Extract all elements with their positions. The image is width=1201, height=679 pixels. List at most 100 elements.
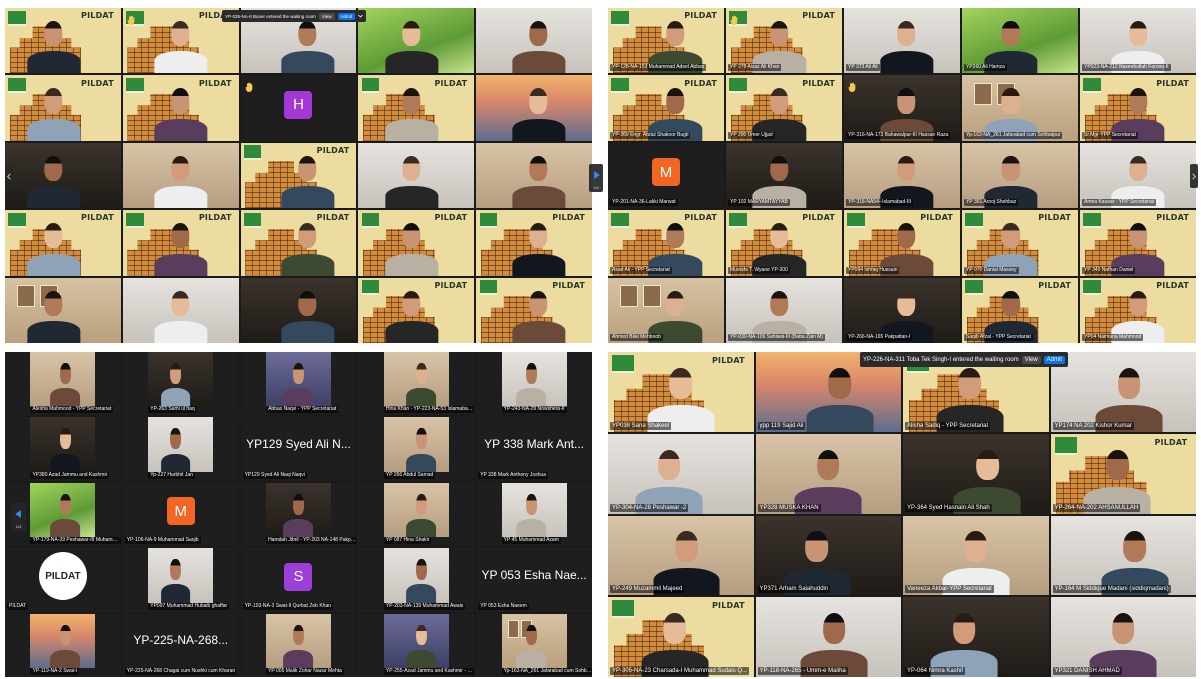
participant-tile[interactable]: YP129 Syed Ali N... YP129 Syed Ali Naqi N…	[240, 417, 357, 481]
participant-tile[interactable]: PILDAT	[122, 210, 239, 276]
participant-name-label: YP-225-NA-268 Chagai cum Nushki cum Khar…	[124, 668, 238, 675]
participant-tile[interactable]: PILDAT PILDAT	[5, 548, 121, 612]
participant-tile[interactable]: PILDAT	[5, 8, 121, 74]
admit-button[interactable]: Admit	[337, 12, 356, 20]
participant-tile[interactable]: PILDAT YP-369 Engr. Abdul Shakoor Bugti	[608, 75, 724, 141]
participant-tile[interactable]: PILDAT Saqib Afzal - YPP Secretariat	[962, 277, 1078, 343]
participant-tile[interactable]: S YP-103-NA-3 Swat-II Qurbat Zeb Khan	[240, 548, 357, 612]
participant-tile[interactable]: PILDAT Sr.Mgr-YPP Secretariat	[1080, 75, 1196, 141]
participant-tile[interactable]	[122, 277, 239, 343]
gallery-next-page-button[interactable]	[1190, 164, 1198, 188]
participant-tile[interactable]: PILDAT YP 278 Aizaz Ali Khan	[726, 8, 842, 74]
participant-tile[interactable]: YP-203-NA-139 Muhammad Awais	[358, 548, 475, 612]
participant-tile[interactable]: YP174 NA 202 Kishor Kumar	[1050, 352, 1196, 432]
participant-tile[interactable]	[5, 277, 121, 343]
participant-tile[interactable]: YP-164 M Siddique Madani (siddiqmadani)	[1050, 515, 1196, 596]
participant-tile[interactable]: YP023-NA-212 Naseebullah Farooq-II	[1080, 8, 1196, 74]
participant-tile[interactable]: PILDAT	[5, 75, 121, 141]
participant-tile[interactable]: PILDAT	[358, 210, 475, 276]
participant-tile[interactable]: YP-318-NA54--Islamabad-III	[844, 142, 960, 209]
participant-tile[interactable]: YP 087 Hina Shakir	[358, 482, 475, 547]
participant-tile[interactable]: M YP-106-NA-9 Muhammad Saqib	[122, 482, 239, 547]
participant-tile[interactable]: YP-118-NA-265 - Umm-e Maliha	[755, 597, 901, 677]
participant-tile[interactable]: Vaneeza Akbar-YPP Secretariat	[903, 515, 1049, 596]
participant-tile[interactable]: Hina Khan - YP-223-NA-53 Islamabad-II	[358, 352, 475, 416]
participant-tile[interactable]: PILDAT YP 200 Umer Ujjad	[726, 75, 842, 141]
participant-tile[interactable]: PILDAT	[5, 210, 121, 276]
participant-tile[interactable]: PILDAT YP094 Ishfaq Hussain	[844, 210, 960, 276]
participant-tile[interactable]: YP-030-NA-109 Sahiwal-III (Baba Zain M)	[726, 277, 842, 343]
gallery-next-page-button[interactable]: 1/4	[589, 164, 603, 192]
gallery-prev-page-button[interactable]: 1/4	[11, 503, 26, 531]
participant-tile[interactable]: YP-249 Muzammil Majeed	[608, 515, 754, 596]
participant-tile[interactable]: M YP-201-NA-36-Lakki Marwat	[608, 142, 724, 209]
participant-tile[interactable]: YP 053 Esha Nae... YP 053 Esha Naeem	[476, 548, 592, 612]
participant-tile[interactable]	[476, 142, 592, 209]
participant-tile[interactable]: YP321 DANISH AHMAD	[1050, 597, 1196, 677]
participant-tile[interactable]: YP-225-NA-268... YP-225-NA-268 Chagai cum…	[122, 613, 239, 677]
participant-tile[interactable]: YP-064 Nimra Kashif	[903, 597, 1049, 677]
participant-tile[interactable]: Ahmed Bilal Mehboob	[608, 277, 724, 343]
participant-name-label: Saqib Afzal - YPP Secretariat	[964, 334, 1033, 341]
gallery-prev-page-button[interactable]	[5, 166, 13, 186]
participant-tile[interactable]: YP-255-Azad Jammu and Kashmir - Muhammad…	[358, 613, 475, 677]
participant-tile[interactable]	[476, 75, 592, 141]
participant-tile[interactable]: YP-119-NA-2 Swat-I	[5, 613, 121, 677]
participant-tile[interactable]: PILDAT Mustafa T. Wyane YP-300	[726, 210, 842, 276]
participant-tile[interactable]: Abbas Naqvi - YPP Secretariat	[240, 352, 357, 416]
participant-tile[interactable]: Yp-227 Harbhit Jan	[122, 417, 239, 481]
chevron-down-icon[interactable]	[358, 14, 363, 18]
participant-tile[interactable]	[358, 8, 475, 74]
participant-tile[interactable]: YP-304-NA-28 Peshawar -2	[608, 433, 754, 514]
participant-tile[interactable]: YP 361 Arooj Shehbaz	[962, 142, 1078, 209]
participant-tile[interactable]: YP-266-NA-165 Pakpattan-I	[844, 277, 960, 343]
participant-tile[interactable]: Amna Kausar - YPP Secretariat	[1080, 142, 1196, 209]
participant-tile[interactable]: PILDAT Asad Ali - YPP Secretariat	[608, 210, 724, 276]
participant-tile[interactable]: YP 102 MARYAMTAYYAB	[726, 142, 842, 209]
participant-tile[interactable]	[5, 142, 121, 209]
participant-tile[interactable]: PILDAT	[358, 75, 475, 141]
participant-tile[interactable]: YP328 MUSKA KHAN	[755, 433, 901, 514]
participant-tile[interactable]: PILDAT YP038 Sana Shakeel	[608, 352, 754, 432]
participant-tile[interactable]: YP380 Azad Jammu and Kashmir	[5, 417, 121, 481]
participant-tile[interactable]: YP 266 Abdul Samad	[358, 417, 475, 481]
participant-tile[interactable]: Yp-163-NA_261 Jafarabad cum Sohbatpur	[962, 75, 1078, 141]
participant-tile[interactable]: PILDAT YP-128-NA-153 Muhammad Adeel Abbas	[608, 8, 724, 74]
participant-tile[interactable]: PILDAT	[240, 142, 357, 209]
participant-tile[interactable]: PILDAT YP-264-NA-202 AHSANULLAH	[1050, 433, 1196, 514]
participant-tile[interactable]: YP 338 Mark Ant... YP 338 Mark Anthony Jo…	[476, 417, 592, 481]
participant-tile[interactable]: PILDAT	[358, 277, 475, 343]
participant-tile[interactable]: YP-316-NA-173 Bahawalpur-III Hassan Raza	[844, 75, 960, 141]
participant-tile[interactable]: YP 373 Ali Ali	[844, 8, 960, 74]
participant-tile[interactable]: PILDAT	[476, 277, 592, 343]
participant-tile[interactable]: PILDAT	[240, 210, 357, 276]
participant-tile[interactable]: YP-364 Syed Hasnain Ali Shah	[903, 433, 1049, 514]
participant-tile[interactable]: YP260 Ali Hamza	[962, 8, 1078, 74]
participant-tile[interactable]: YP-263 Sami ul haq	[122, 352, 239, 416]
participant-head	[60, 624, 71, 646]
participant-tile[interactable]: PILDAT YP 343 Nathan Daniel	[1080, 210, 1196, 276]
participant-body	[512, 253, 566, 276]
participant-tile[interactable]: H	[240, 75, 357, 141]
participant-tile[interactable]: YP 45 Muhammad Azam	[476, 482, 592, 547]
admit-button[interactable]: Admit	[1043, 355, 1066, 364]
participant-body	[154, 321, 208, 343]
participant-tile[interactable]: YP097 Muhammad Hubaib ghaffar	[122, 548, 239, 612]
participant-tile[interactable]	[240, 277, 357, 343]
view-button[interactable]: View	[1021, 355, 1041, 364]
participant-tile[interactable]: Yp-163-NA_261 Jafarabad cum Sohbatpur	[476, 613, 592, 677]
participant-tile[interactable]	[358, 142, 475, 209]
participant-tile[interactable]: YP 005 Malik Zohar Nazar Mehta	[240, 613, 357, 677]
view-button[interactable]: View	[318, 12, 335, 20]
participant-tile[interactable]: PILDAT	[476, 210, 592, 276]
participant-tile[interactable]	[122, 142, 239, 209]
participant-tile[interactable]: Hamdah Jibril - YP-203 NA-148 Pakpattan-…	[240, 482, 357, 547]
participant-tile[interactable]: PILDAT	[122, 75, 239, 141]
participant-tile[interactable]: PILDAT YP04 Naimana Mahmood	[1080, 277, 1196, 343]
participant-tile[interactable]	[476, 8, 592, 74]
participant-tile[interactable]: PILDAT YP-305-NA-23 Charsada-I Muhammad S…	[608, 597, 754, 677]
participant-tile[interactable]: PILDAT YP 070 Danial Massey	[962, 210, 1078, 276]
participant-tile[interactable]: YP371 Arham Salahuddin	[755, 515, 901, 596]
participant-tile[interactable]: Alesha Mahmood - YPP Secretariat	[5, 352, 121, 416]
participant-tile[interactable]: YP-243-NA-29 Nowshera-II	[476, 352, 592, 416]
